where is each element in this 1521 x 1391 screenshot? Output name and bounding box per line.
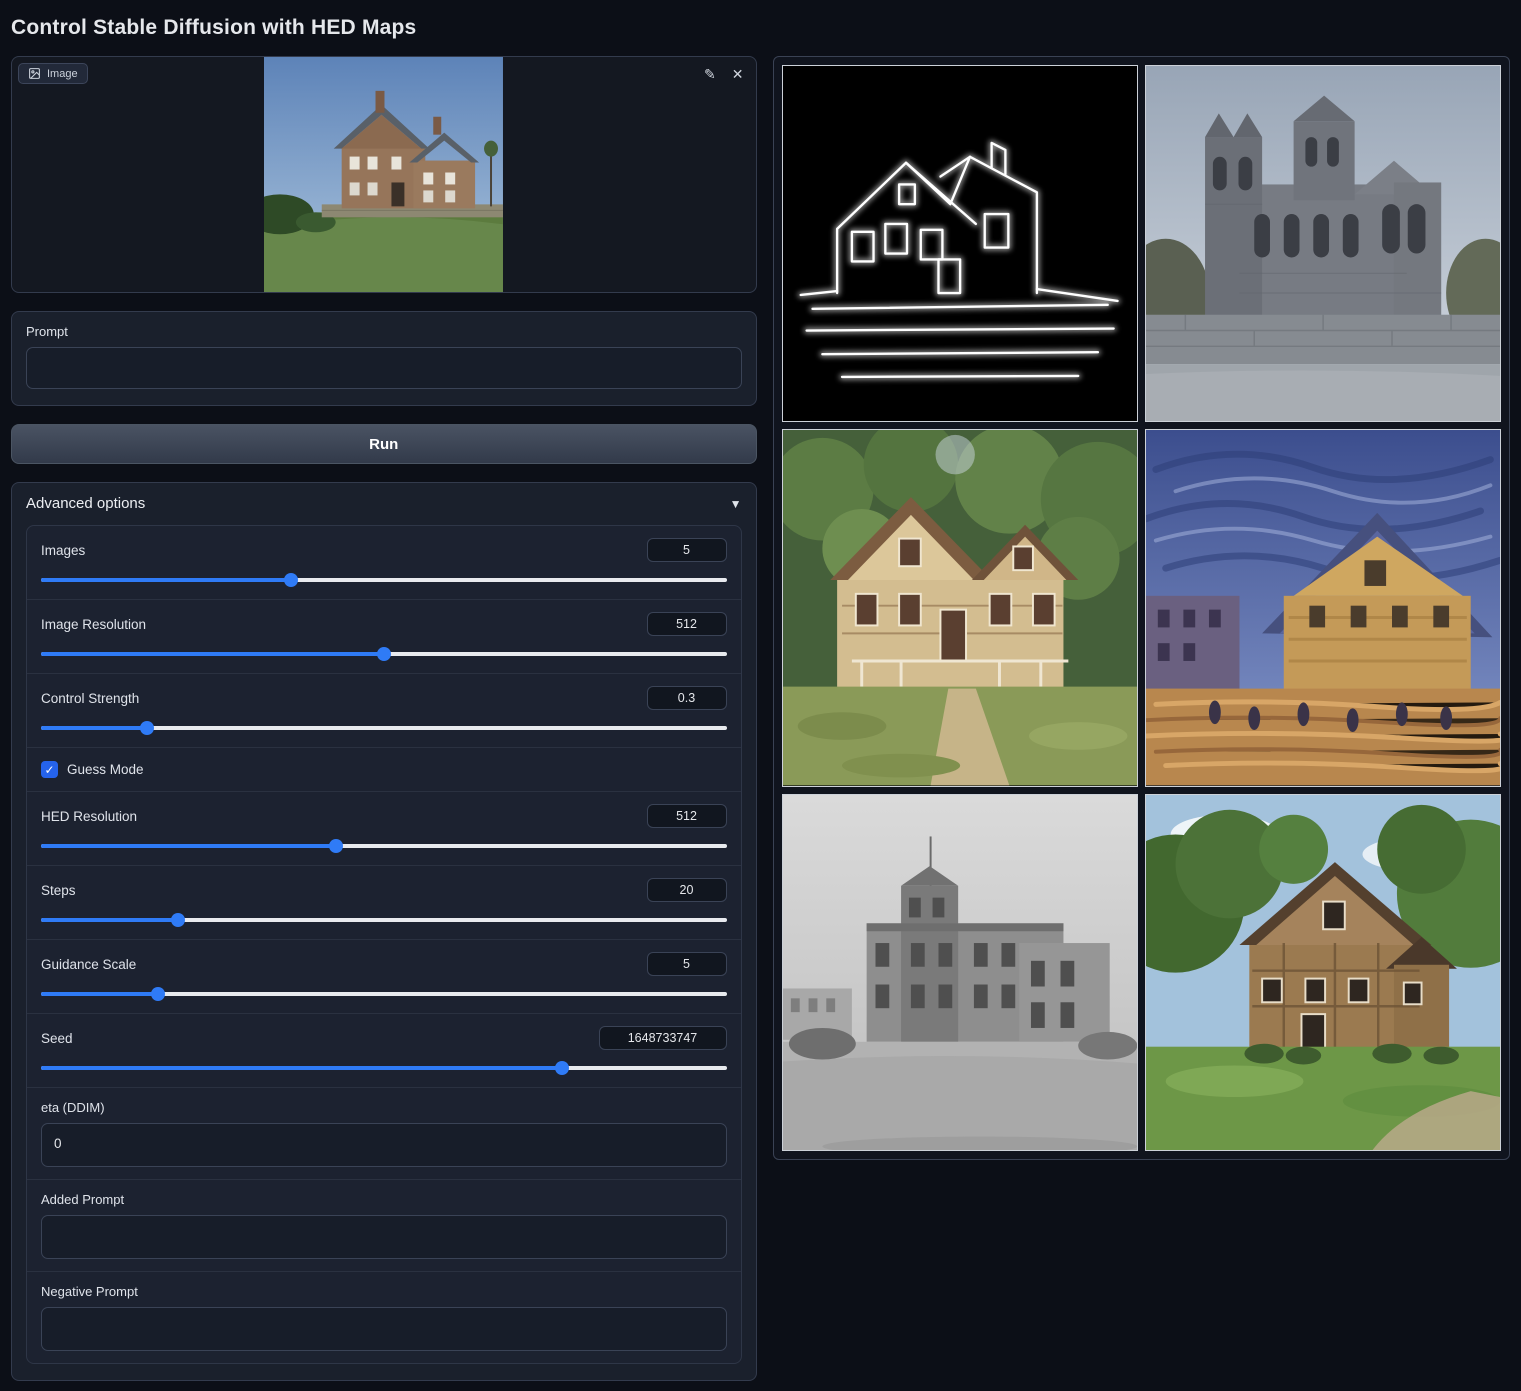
- control-strength-slider-label: Control Strength: [41, 691, 139, 706]
- seed-slider-label: Seed: [41, 1031, 73, 1046]
- images-value-input[interactable]: 5: [647, 538, 727, 562]
- image-resolution-slider-group: Image Resolution 512: [27, 600, 741, 674]
- hed-resolution-slider-group: HED Resolution 512: [27, 792, 741, 866]
- impressionist-building-art: [1146, 430, 1500, 785]
- steps-value-input[interactable]: 20: [647, 878, 727, 902]
- steps-slider-group: Steps 20: [27, 866, 741, 940]
- painted-cottage-art: [783, 430, 1137, 785]
- seed-slider-handle[interactable]: [555, 1061, 569, 1075]
- advanced-options-title: Advanced options: [26, 495, 145, 512]
- eta-input[interactable]: 0: [41, 1123, 727, 1167]
- gallery-item-stone-cathedral[interactable]: [1145, 65, 1501, 422]
- images-slider-group: Images 5: [27, 526, 741, 600]
- page-title: Control Stable Diffusion with HED Maps: [11, 16, 1510, 40]
- steps-slider[interactable]: [41, 913, 727, 927]
- seed-slider-fill: [41, 1066, 562, 1070]
- image-resolution-slider[interactable]: [41, 647, 727, 661]
- image-label-badge: Image: [18, 63, 88, 84]
- eta-group: eta (DDIM) 0: [27, 1088, 741, 1180]
- rustic-farmhouse-art: [1146, 795, 1500, 1150]
- guidance-scale-slider[interactable]: [41, 987, 727, 1001]
- edit-image-button[interactable]: ✎: [702, 65, 718, 83]
- gallery-item-rustic-farmhouse[interactable]: [1145, 794, 1501, 1151]
- guess-mode-checkbox[interactable]: ✓: [41, 761, 58, 778]
- negative-prompt-group: Negative Prompt: [27, 1272, 741, 1363]
- control-strength-slider-handle[interactable]: [140, 721, 154, 735]
- control-strength-slider-group: Control Strength 0.3: [27, 674, 741, 748]
- result-gallery: [773, 56, 1511, 1160]
- image-actions: ✎ ✕: [702, 65, 745, 83]
- steps-slider-handle[interactable]: [171, 913, 185, 927]
- added-prompt-group: Added Prompt: [27, 1180, 741, 1272]
- image-icon: [28, 67, 41, 80]
- hed-resolution-slider-label: HED Resolution: [41, 809, 137, 824]
- hed-resolution-slider-fill: [41, 844, 336, 848]
- control-strength-slider-fill: [41, 726, 147, 730]
- image-resolution-slider-fill: [41, 652, 384, 656]
- accordion-arrow-icon: ▼: [730, 497, 742, 511]
- app-page: Control Stable Diffusion with HED Maps I…: [0, 0, 1521, 1391]
- images-slider-label: Images: [41, 543, 85, 558]
- hed-resolution-slider[interactable]: [41, 839, 727, 853]
- run-button[interactable]: Run: [11, 424, 757, 464]
- stone-cathedral-art: [1146, 66, 1500, 421]
- eta-label: eta (DDIM): [41, 1100, 727, 1115]
- input-image-component[interactable]: Image ✎ ✕: [11, 56, 757, 293]
- prompt-input[interactable]: [26, 347, 742, 389]
- guidance-scale-slider-handle[interactable]: [151, 987, 165, 1001]
- guidance-scale-value-input[interactable]: 5: [647, 952, 727, 976]
- prompt-label: Prompt: [26, 324, 742, 339]
- control-strength-value-input[interactable]: 0.3: [647, 686, 727, 710]
- input-image: [12, 57, 756, 292]
- advanced-options-block: Advanced options ▼ Images 5: [11, 482, 757, 1381]
- seed-slider[interactable]: [41, 1061, 727, 1075]
- negative-prompt-label: Negative Prompt: [41, 1284, 727, 1299]
- guess-mode-label: Guess Mode: [67, 762, 144, 777]
- seed-slider-group: Seed 1648733747: [27, 1014, 741, 1088]
- added-prompt-input[interactable]: [41, 1215, 727, 1259]
- image-resolution-slider-label: Image Resolution: [41, 617, 146, 632]
- image-resolution-value-input[interactable]: 512: [647, 612, 727, 636]
- steps-slider-fill: [41, 918, 178, 922]
- guidance-scale-slider-group: Guidance Scale 5: [27, 940, 741, 1014]
- negative-prompt-input[interactable]: [41, 1307, 727, 1351]
- gallery-item-painted-cottage[interactable]: [782, 429, 1138, 786]
- advanced-options-accordion[interactable]: Advanced options ▼: [26, 495, 742, 512]
- image-resolution-slider-handle[interactable]: [377, 647, 391, 661]
- images-slider[interactable]: [41, 573, 727, 587]
- hed-edge-map-art: [783, 66, 1137, 421]
- images-slider-fill: [41, 578, 291, 582]
- grayscale-building-art: [783, 795, 1137, 1150]
- house-photo-art: [264, 57, 503, 292]
- guess-mode-row: ✓ Guess Mode: [27, 748, 741, 792]
- check-icon: ✓: [44, 763, 54, 777]
- hed-resolution-value-input[interactable]: 512: [647, 804, 727, 828]
- gallery-item-grayscale-building[interactable]: [782, 794, 1138, 1151]
- guidance-scale-slider-label: Guidance Scale: [41, 957, 136, 972]
- advanced-options-body: Images 5 Image Resolution 512: [26, 525, 742, 1364]
- prompt-block: Prompt: [11, 311, 757, 406]
- control-strength-slider[interactable]: [41, 721, 727, 735]
- gallery-item-hed-edge-map[interactable]: [782, 65, 1138, 422]
- steps-slider-label: Steps: [41, 883, 76, 898]
- added-prompt-label: Added Prompt: [41, 1192, 727, 1207]
- clear-image-button[interactable]: ✕: [730, 65, 746, 83]
- image-label: Image: [47, 68, 78, 80]
- guidance-scale-slider-fill: [41, 992, 158, 996]
- controls-column: Image ✎ ✕: [11, 56, 757, 1381]
- seed-value-input[interactable]: 1648733747: [599, 1026, 727, 1050]
- images-slider-handle[interactable]: [284, 573, 298, 587]
- hed-resolution-slider-handle[interactable]: [329, 839, 343, 853]
- gallery-item-impressionist-building[interactable]: [1145, 429, 1501, 786]
